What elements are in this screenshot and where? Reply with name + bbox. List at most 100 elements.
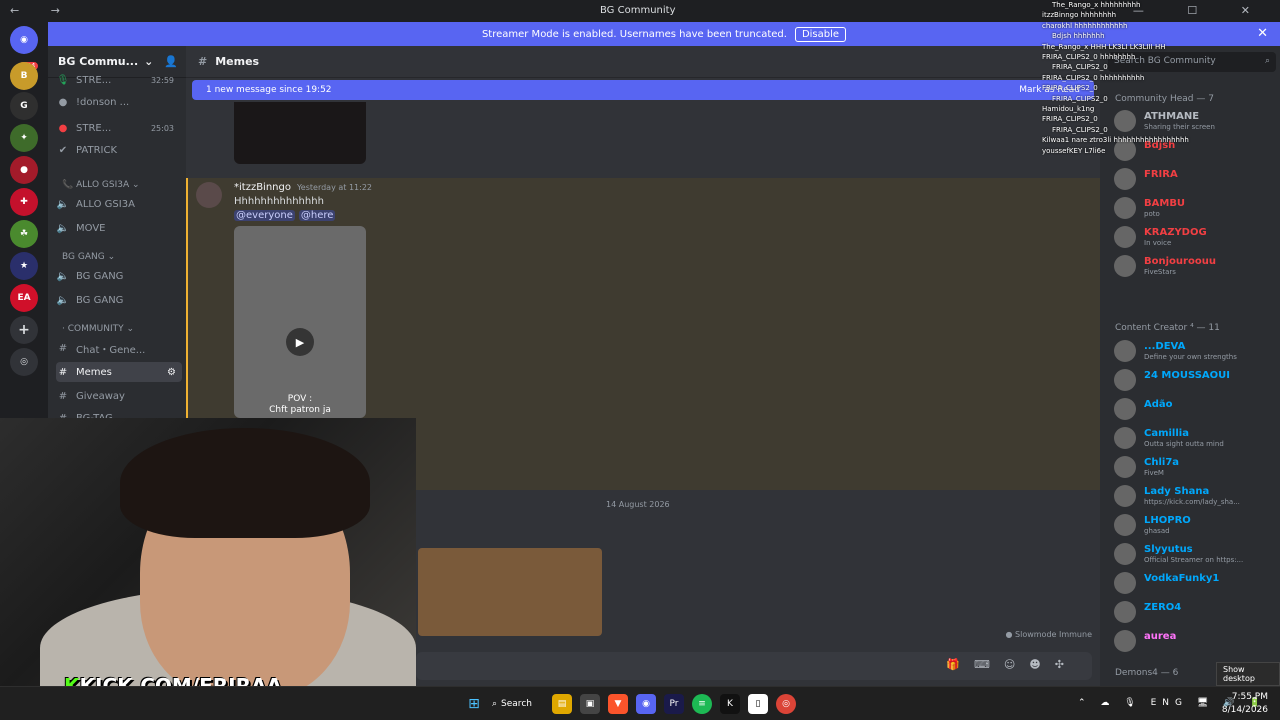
member-name: LHOPRO <box>1144 515 1191 526</box>
member-item[interactable]: FRIRA <box>1114 166 1276 192</box>
author-name[interactable]: *itzzBinngo <box>234 182 291 193</box>
voice-user[interactable]: ✔ PATRICK <box>56 140 182 160</box>
windows-start-icon[interactable]: ⊞ <box>464 694 484 714</box>
member-item[interactable]: Bonjouroouu FiveStars <box>1114 253 1276 279</box>
stream-chat-overlay: The_Rango_x hhhhhhhhh itzzBinngo hhhhhhhh… <box>1028 0 1228 164</box>
slowmode-indicator: ● Slowmode Immune <box>1005 630 1092 639</box>
speaker-icon: 🔈 <box>56 198 70 210</box>
member-status: FiveM <box>1144 469 1164 477</box>
show-desktop-tooltip: Show desktop <box>1216 662 1280 686</box>
member-item[interactable]: aurea <box>1114 628 1276 654</box>
close-icon[interactable]: ✕ <box>1257 26 1268 41</box>
message-text: Hhhhhhhhhhhhhh <box>234 196 324 207</box>
server-icon[interactable]: B <box>10 62 38 90</box>
member-item[interactable]: ZERO4 <box>1114 599 1276 625</box>
brave-icon[interactable]: ▼ <box>608 694 628 714</box>
voice-user[interactable]: ● !donson ... <box>56 92 182 112</box>
disable-button[interactable]: Disable <box>794 26 847 42</box>
member-item[interactable]: Slyyutus Official Streamer on https:... <box>1114 541 1276 567</box>
discord-icon[interactable]: ◉ <box>636 694 656 714</box>
member-name: VodkaFunky1 <box>1144 573 1220 584</box>
avatar: ✔ <box>58 144 68 156</box>
member-name: Lady Shana <box>1144 486 1210 497</box>
category-allo[interactable]: 📞 ALLO GSI3A ⌄ <box>62 180 140 190</box>
member-name: KRAZYDOG <box>1144 227 1207 238</box>
server-icon[interactable]: ✚ <box>10 188 38 216</box>
channel-voice[interactable]: 🔈 ALLO GSI3A <box>56 194 182 214</box>
attachment-image[interactable] <box>418 548 602 636</box>
member-item[interactable]: Lady Shana https://kick.com/lady_sha... <box>1114 483 1276 509</box>
member-item[interactable]: Chli7a FiveM <box>1114 454 1276 480</box>
member-status: FiveStars <box>1144 268 1176 276</box>
clock[interactable]: 7:55 PM 8/14/2026 <box>1222 691 1268 717</box>
message-input[interactable]: 🎁⌨☺☻✣ <box>416 652 1092 680</box>
play-icon[interactable]: ▶ <box>286 328 314 356</box>
member-item[interactable]: LHOPRO ghasad <box>1114 512 1276 538</box>
member-item[interactable]: Adão <box>1114 396 1276 422</box>
channel-voice[interactable]: 🔈 BG GANG <box>56 266 182 286</box>
member-name: Slyyutus <box>1144 544 1193 555</box>
member-item[interactable]: KRAZYDOG In voice <box>1114 224 1276 250</box>
window-title: BG Community <box>600 5 676 16</box>
discord-home-icon[interactable]: ◉ <box>10 26 38 54</box>
streamer-mode-text: Streamer Mode is enabled. Usernames have… <box>481 28 787 40</box>
server-icon[interactable]: ☘ <box>10 220 38 248</box>
new-message-bar[interactable]: 1 new message since 19:52 Mark as Read <box>192 80 1094 100</box>
chevron-down-icon[interactable]: ⌄ <box>144 55 153 68</box>
discover-icon[interactable]: ◎ <box>10 348 38 376</box>
avatar <box>1114 398 1136 420</box>
premiere-icon[interactable]: Pr <box>664 694 684 714</box>
search-icon: ⌕ <box>1264 56 1270 66</box>
voice-user[interactable]: 🎙 STRE... 32:59 <box>56 70 182 90</box>
hash-icon: # <box>198 55 208 68</box>
server-icon[interactable]: ✦ <box>10 124 38 152</box>
member-item[interactable]: 24 MOUSSAOUI <box>1114 367 1276 393</box>
channel-text[interactable]: # Chat・Gene... <box>56 338 182 358</box>
notepad-icon[interactable]: ▯ <box>748 694 768 714</box>
taskbar-apps: ⊞ ⌕ Search ▤ ▣ ▼ ◉ Pr ≡ K ▯ ◎ <box>464 694 796 714</box>
date-divider: 14 August 2026 <box>606 500 670 509</box>
attachment-image[interactable] <box>234 102 366 164</box>
app-icon[interactable]: ▣ <box>580 694 600 714</box>
kick-app-icon[interactable]: K <box>720 694 740 714</box>
member-item[interactable]: BAMBU poto <box>1114 195 1276 221</box>
input-icons[interactable]: 🎁⌨☺☻✣ <box>946 658 1078 671</box>
chat-line: FRIRA_CLIPS2_0 <box>1042 84 1098 93</box>
taskbar-search[interactable]: ⌕ Search <box>492 694 544 714</box>
avatar[interactable] <box>196 182 222 208</box>
category-bg-gang[interactable]: BG GANG ⌄ <box>62 252 115 262</box>
server-icon[interactable]: ★ <box>10 252 38 280</box>
speaker-icon: 🔈 <box>56 222 70 234</box>
add-server-icon[interactable]: + <box>10 316 38 344</box>
chat-line: FRIRA_CLIPS2_0 <box>1052 63 1108 72</box>
channel-voice[interactable]: 🔈 BG GANG <box>56 290 182 310</box>
avatar <box>1114 601 1136 623</box>
add-member-icon[interactable]: 👤 <box>164 55 178 68</box>
channel-voice[interactable]: 🔈 MOVE <box>56 218 182 238</box>
mention-here[interactable]: @here <box>298 210 336 221</box>
server-icon[interactable]: G <box>10 92 38 120</box>
member-name: aurea <box>1144 631 1177 642</box>
avatar <box>1114 630 1136 652</box>
file-explorer-icon[interactable]: ▤ <box>552 694 572 714</box>
avatar <box>1114 514 1136 536</box>
channel-text-active[interactable]: # Memes ⚙ <box>56 362 182 382</box>
gear-icon[interactable]: ⚙ <box>167 367 176 378</box>
member-item[interactable]: VodkaFunky1 <box>1114 570 1276 596</box>
category-community[interactable]: · COMMUNITY ⌄ <box>62 324 134 334</box>
member-item[interactable]: ...DEVA Define your own strengths <box>1114 338 1276 364</box>
avatar <box>1114 340 1136 362</box>
server-icon[interactable]: EA <box>10 284 38 312</box>
member-item[interactable]: Camillia Outta sight outta mind <box>1114 425 1276 451</box>
server-icon[interactable]: ● <box>10 156 38 184</box>
nav-arrows[interactable]: ← → <box>10 4 74 17</box>
voice-user[interactable]: ● STRE... 25:03 <box>56 118 182 138</box>
spotify-icon[interactable]: ≡ <box>692 694 712 714</box>
mention-everyone[interactable]: @everyone <box>234 210 295 221</box>
member-name: Chli7a <box>1144 457 1180 468</box>
video-attachment[interactable]: ▶ POV : Chft patron ja <box>234 226 366 418</box>
speaker-icon: 🔈 <box>56 294 70 306</box>
mic-icon: 🎙 <box>56 74 70 86</box>
chrome-icon[interactable]: ◎ <box>776 694 796 714</box>
channel-text[interactable]: # Giveaway <box>56 386 182 406</box>
